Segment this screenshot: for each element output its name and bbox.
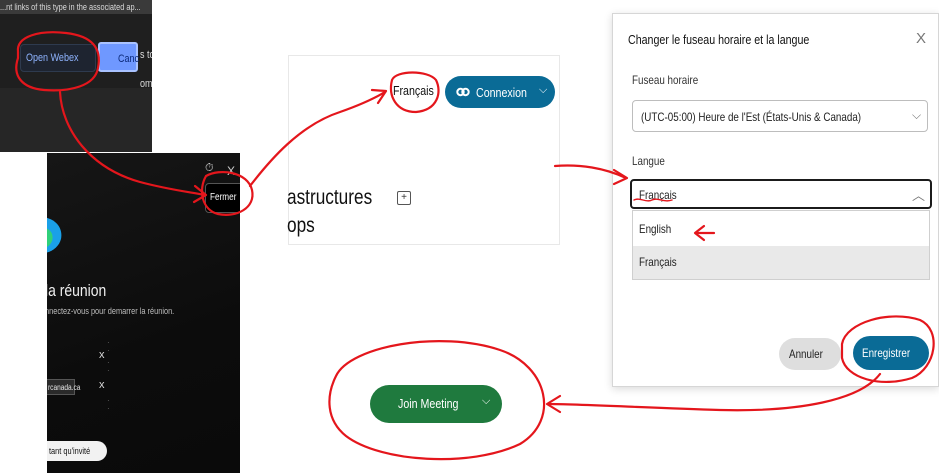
connexion-button[interactable]: Connexion ⌵	[445, 76, 555, 108]
chevron-down-icon: ⌵	[482, 395, 491, 407]
webex-icon	[456, 87, 470, 97]
chevron-down-icon: ⌵	[912, 108, 922, 122]
timezone-value: (UTC-05:00) Heure de l'Est (États-Unis &…	[641, 110, 862, 124]
timezone-select[interactable]: (UTC-05:00) Heure de l'Est (États-Unis &…	[632, 100, 928, 132]
cancel-button[interactable]: Canc	[98, 42, 139, 72]
page-heading: ops	[287, 214, 315, 237]
enregistrer-button[interactable]: Enregistrer	[853, 336, 929, 370]
divider-dots: · ·	[107, 338, 110, 355]
clear-field-icon[interactable]: x	[99, 349, 105, 361]
clear-field-icon[interactable]: x	[99, 379, 105, 391]
dialog-lower-band	[0, 88, 152, 152]
chevron-down-icon: ⌵	[539, 84, 548, 96]
language-option-francais[interactable]: Français	[633, 246, 929, 279]
modal-title: Changer le fuseau horaire et la langue	[628, 32, 810, 47]
webex-logo-icon	[47, 217, 62, 253]
open-webex-button[interactable]: Open Webex	[20, 44, 96, 72]
meeting-join-panel: ⏱ X Fermer la réunion nnectez-vous pour …	[47, 153, 240, 473]
language-options-list: English Français	[632, 210, 930, 280]
open-webex-dialog: ...nt links of this type in the associat…	[0, 0, 152, 152]
chevron-up-icon: ︿	[912, 188, 926, 203]
timer-icon: ⏱	[205, 162, 214, 174]
timezone-language-modal: Changer le fuseau horaire et la langue X…	[612, 13, 939, 387]
divider-dots: · ·	[107, 396, 110, 413]
divider-dots: · ·	[107, 358, 110, 375]
language-option-english[interactable]: English	[633, 211, 929, 246]
email-domain-tag: rcanada.ca	[47, 379, 80, 395]
join-meeting-label: Join Meeting	[398, 396, 459, 411]
annotation-arrowhead	[545, 394, 562, 414]
meeting-title: la réunion	[47, 281, 107, 300]
add-icon[interactable]: +	[397, 191, 411, 205]
join-meeting-button[interactable]: Join Meeting ⌵	[370, 385, 502, 423]
annuler-button[interactable]: Annuler	[779, 338, 841, 370]
language-label: Langue	[632, 154, 665, 168]
dialog-header-text: ...nt links of this type in the associat…	[0, 0, 152, 14]
close-icon[interactable]: X	[916, 30, 926, 47]
join-as-guest-button[interactable]: tant qu'invité	[47, 441, 107, 461]
meeting-subtitle: nnectez-vous pour demarrer la réunion.	[47, 306, 175, 316]
close-icon[interactable]: X	[227, 164, 235, 178]
site-header-crop: Français Connexion ⌵ astructures + ops	[287, 55, 560, 245]
language-value: Français	[639, 188, 677, 202]
language-toggle-link[interactable]: Français	[393, 83, 443, 98]
dialog-side-text: s to	[140, 49, 152, 61]
fermer-button[interactable]: Fermer	[205, 183, 240, 213]
connexion-label: Connexion	[476, 85, 527, 100]
timezone-label: Fuseau horaire	[632, 73, 699, 87]
dialog-side-text: om t	[140, 78, 152, 90]
language-select[interactable]: Français ︿	[630, 179, 932, 209]
page-heading: astructures	[287, 186, 373, 209]
